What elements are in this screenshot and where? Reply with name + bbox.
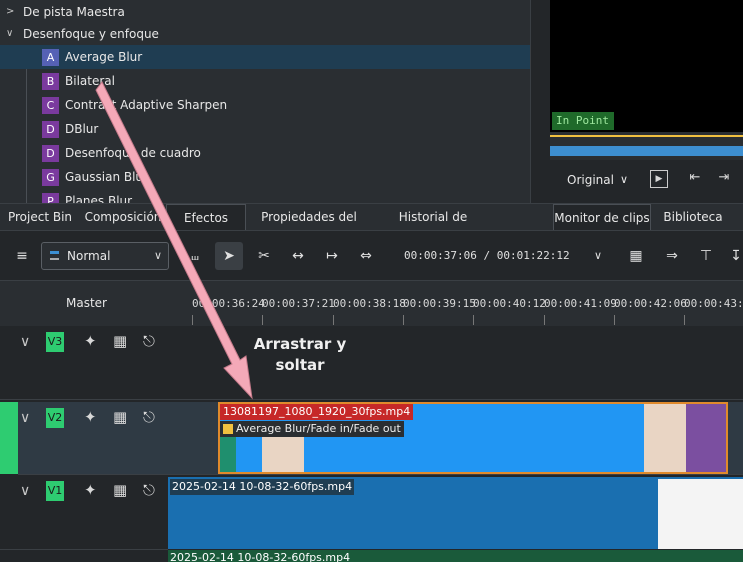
annotation-line: Arrastrar y (253, 335, 347, 353)
kdenlive-window: > De pista Maestra ∨ Desenfoque y enfoqu… (0, 0, 743, 562)
drag-drop-annotation: Arrastrar y soltar (240, 334, 360, 376)
drag-arrow (95, 81, 253, 400)
arrow-shape (95, 81, 253, 400)
annotation-line: soltar (275, 356, 325, 374)
